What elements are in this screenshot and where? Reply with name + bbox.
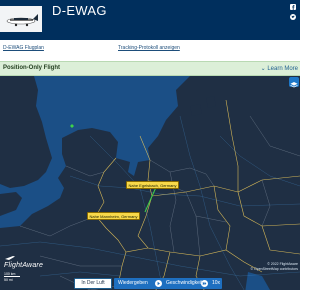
flight-links: D-EWAG Flugplan Tracking-Protokoll anzei… <box>0 40 300 60</box>
flightaware-logo-text: FlightAware <box>4 262 44 269</box>
chevron-down-icon: ⌄ <box>260 66 266 72</box>
destination-label: Nahe Mannheim, Germany <box>87 212 141 220</box>
live-button[interactable]: In Der Luft <box>74 278 112 289</box>
flight-schedule-link[interactable]: D-EWAG Flugplan <box>3 45 44 51</box>
twitter-icon[interactable] <box>290 14 296 20</box>
replay-button[interactable]: Wiedergeben <box>114 278 164 289</box>
replay-label: Wiedergeben <box>118 280 148 286</box>
flight-map[interactable]: Nahe Egelsbach, Germany Nahe Mannheim, G… <box>0 76 300 300</box>
flightaware-logo: FlightAware <box>4 256 44 269</box>
play-icon <box>155 280 162 287</box>
page-footer <box>0 290 300 300</box>
flightaware-plane-icon <box>5 256 15 260</box>
playback-controls: In Der Luft Wiedergeben Geschwindigkeit … <box>0 278 300 290</box>
banner-title: Position-Only Flight <box>3 65 60 71</box>
scale-bar <box>4 276 20 277</box>
speed-button[interactable]: Geschwindigkeit 10x <box>162 278 222 289</box>
attribution-line-2: © OpenStreetMap contributors <box>250 266 298 271</box>
facebook-icon[interactable] <box>290 4 296 10</box>
share-icons <box>290 4 298 24</box>
speed-icon <box>201 280 208 287</box>
learn-more-toggle[interactable]: ⌄ Learn More <box>261 65 298 72</box>
aircraft-photo[interactable] <box>0 6 42 32</box>
map-layers-button[interactable] <box>289 77 299 88</box>
origin-label: Nahe Egelsbach, Germany <box>126 181 180 189</box>
position-only-banner: Position-Only Flight ⌄ Learn More <box>0 61 300 76</box>
speed-value: 10x <box>211 280 220 286</box>
layers-icon <box>290 82 298 88</box>
aircraft-registration: D-EWAG <box>52 3 107 18</box>
learn-more-label: Learn More <box>267 66 298 72</box>
speed-label: Geschwindigkeit <box>166 280 203 286</box>
tracklog-link[interactable]: Tracking-Protokoll anzeigen <box>118 45 180 51</box>
map-attribution: © 2022 FlightAware © OpenStreetMap contr… <box>218 262 298 271</box>
flight-page: D-EWAG D-EWAG Flugplan Tracking-Protokol… <box>0 0 300 300</box>
